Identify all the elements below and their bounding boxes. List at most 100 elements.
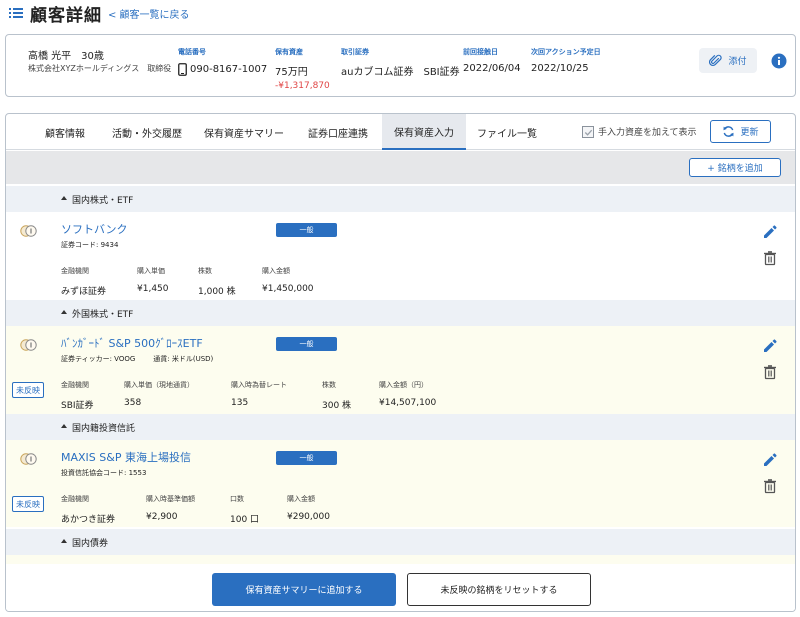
attach-button[interactable]: 添付 (699, 48, 757, 73)
field-label: 口数 (230, 495, 244, 503)
field-label: 購入時基準価額 (146, 495, 195, 503)
collapse-caret-icon (61, 310, 67, 314)
collapse-caret-icon (61, 424, 67, 428)
checkbox-box[interactable] (582, 125, 594, 138)
trash-icon[interactable] (762, 478, 778, 494)
security-code: 証券コード: 9434 (61, 240, 118, 250)
security-name-link[interactable]: ソフトバンク (61, 221, 128, 237)
trash-icon[interactable] (762, 250, 778, 266)
field-label: 金融機関 (61, 267, 89, 275)
field-label: 購入単価（現地通貨） (124, 381, 194, 389)
refresh-button[interactable]: 更新 (710, 120, 771, 143)
add-to-asset-summary-button[interactable]: 保有資産サマリーに追加する (212, 573, 396, 606)
phone-info: 電話番号 090-8167-1007 (178, 47, 267, 76)
section-title: 国内株式・ETF (72, 195, 134, 206)
reset-unreflected-button[interactable]: 未反映の銘柄をリセットする (407, 573, 591, 606)
field-value: ¥2,900 (146, 512, 178, 522)
phone-label: 電話番号 (178, 48, 206, 56)
field-unit-price-local: 購入単価（現地通貨） 358 (124, 380, 194, 408)
refresh-icon (723, 126, 734, 137)
field-value: みずほ証券 (61, 287, 107, 297)
field-shares: 株数 300 株 (322, 380, 351, 411)
page-header: 顧客詳細 < 顧客一覧に戻る (0, 0, 800, 28)
assets-label: 保有資産 (275, 48, 303, 56)
asset-row: 未反映 MAXIS S&P 東海上場投信 投資信託協会コード: 1553 一般 … (6, 440, 795, 527)
include-manual-assets-label: 手入力資産を加えて表示 (598, 128, 697, 138)
tab-asset-input[interactable]: 保有資産入力 (382, 114, 466, 150)
tab-bar: 顧客情報 活動・外交履歴 保有資産サマリー 証券口座連携 保有資産入力 ファイル… (6, 114, 795, 150)
security-code: 投資信託協会コード: 1553 (61, 468, 146, 478)
tab-activity-history[interactable]: 活動・外交履歴 (105, 114, 189, 150)
field-value: 300 株 (322, 401, 352, 411)
menu-list-icon[interactable] (8, 5, 24, 21)
last-contact-info: 前回接触日 2022/06/04 (463, 47, 521, 74)
attach-label: 添付 (728, 57, 747, 67)
section-header-foreign-stocks[interactable]: 外国株式・ETF (6, 300, 795, 326)
tab-brokerage-link[interactable]: 証券口座連携 (298, 114, 378, 150)
edit-pencil-icon[interactable] (762, 224, 778, 240)
add-security-button[interactable]: + 銘柄を追加 (689, 158, 781, 177)
section-header-domestic-funds[interactable]: 国内籍投資信託 (6, 414, 795, 440)
section-header-domestic-stocks[interactable]: 国内株式・ETF (6, 186, 795, 212)
field-institution: 金融機関 みずほ証券 (61, 266, 106, 297)
field-label: 購入金額 (287, 495, 315, 503)
assets-info: 保有資産 75万円 -¥1,317,870 (275, 47, 330, 91)
asset-input-panel: 顧客情報 活動・外交履歴 保有資産サマリー 証券口座連携 保有資産入力 ファイル… (5, 113, 796, 612)
edit-pencil-icon[interactable] (762, 338, 778, 354)
field-label: 購入時為替レート (231, 381, 287, 389)
back-to-customer-list-link[interactable]: < 顧客一覧に戻る (108, 6, 190, 21)
assets-change: -¥1,317,870 (275, 81, 330, 91)
tab-customer-info[interactable]: 顧客情報 (30, 114, 100, 150)
customer-summary-card: 高橋 光平 30歳 株式会社XYZホールディングス 取締役 電話番号 090-8… (5, 34, 796, 97)
refresh-label: 更新 (740, 128, 759, 138)
unreflected-badge: 未反映 (12, 496, 44, 512)
section-header-domestic-bonds[interactable]: 国内債券 (6, 529, 795, 555)
security-name-link[interactable]: MAXIS S&P 東海上場投信 (61, 449, 191, 465)
field-value: SBI証券 (61, 401, 94, 411)
phone-value[interactable]: 090-8167-1007 (190, 64, 267, 75)
phone-value-wrap: 090-8167-1007 (178, 63, 267, 76)
field-label: 金融機関 (61, 381, 89, 389)
field-purchase-amount: 購入金額 ¥290,000 (287, 494, 330, 522)
field-label: 購入金額 (262, 267, 290, 275)
edit-pencil-icon[interactable] (762, 452, 778, 468)
tab-asset-summary[interactable]: 保有資産サマリー (196, 114, 292, 150)
field-value: ¥1,450,000 (262, 284, 314, 294)
field-institution: 金融機関 あかつき証券 (61, 494, 115, 525)
field-purchase-amount: 購入金額 ¥1,450,000 (262, 266, 314, 294)
security-name-link[interactable]: ﾊﾞﾝｶﾞｰﾄﾞ S&P 500ｸﾞﾛｰｽETF (61, 335, 203, 351)
last-contact-value: 2022/06/04 (463, 63, 521, 74)
broker-info: 取引証券 auカブコム証券 SBI証券 (341, 47, 460, 78)
assets-value: 75万円 (275, 67, 308, 78)
field-purchase-amount-yen: 購入金額（円） ¥14,507,100 (379, 380, 436, 408)
phone-icon (178, 63, 187, 76)
field-value: 100 口 (230, 515, 260, 525)
include-manual-assets-checkbox[interactable]: 手入力資産を加えて表示 (582, 125, 697, 138)
security-code-text: 投資信託協会コード: 1553 (61, 469, 147, 477)
section-title: 国内籍投資信託 (72, 423, 136, 434)
field-label: 購入金額（円） (379, 381, 428, 389)
next-action-label: 次回アクション予定日 (531, 48, 601, 56)
field-shares: 株数 1,000 株 (198, 266, 236, 297)
coins-icon (20, 453, 37, 465)
unreflected-badge: 未反映 (12, 382, 44, 398)
coins-icon (20, 339, 37, 351)
asset-row: ソフトバンク 証券コード: 9434 一般 金融機関 みずほ証券 購入単価 ¥1… (6, 212, 795, 299)
next-action-value: 2022/10/25 (531, 63, 589, 74)
field-fx-rate: 購入時為替レート 135 (231, 380, 287, 408)
field-units: 口数 100 口 (230, 494, 259, 525)
field-institution: 金融機関 SBI証券 (61, 380, 94, 411)
checkmark-icon (584, 129, 593, 136)
action-bar (6, 564, 795, 611)
field-label: 購入単価 (137, 267, 165, 275)
broker-label: 取引証券 (341, 48, 369, 56)
last-contact-label: 前回接触日 (463, 48, 498, 56)
section-title: 国内債券 (72, 538, 109, 549)
info-icon[interactable] (771, 53, 787, 69)
trash-icon[interactable] (762, 364, 778, 380)
security-code: 証券ティッカー: VOOG 通貨: 米ドル(USD) (61, 354, 213, 364)
collapse-caret-icon (61, 539, 67, 543)
field-value: 135 (231, 398, 249, 408)
security-code-text: 証券ティッカー: VOOG (61, 355, 136, 363)
tab-file-list[interactable]: ファイル一覧 (470, 114, 544, 150)
